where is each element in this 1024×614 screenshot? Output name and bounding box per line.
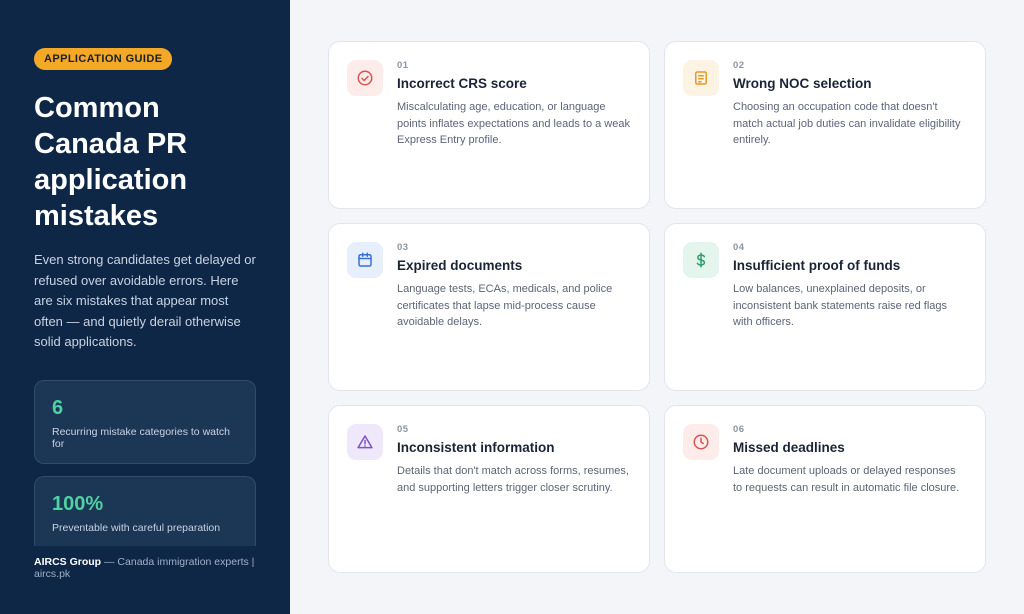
footer: AIRCS Group — Canada immigration experts… (34, 556, 264, 580)
card-number: 03 (397, 242, 409, 253)
card-title: Missed deadlines (733, 440, 845, 455)
card-title: Inconsistent information (397, 440, 555, 455)
mistake-card-documents: 03 Expired documents Language tests, ECA… (328, 223, 650, 391)
card-number: 06 (733, 424, 745, 435)
card-text: Miscalculating age, education, or langua… (397, 101, 630, 146)
check-circle-icon (357, 70, 373, 86)
icon-box (683, 424, 719, 460)
card-text: Late document uploads or delayed respons… (733, 465, 960, 494)
stat-value: 6 (52, 397, 64, 419)
card-title: Expired documents (397, 258, 523, 273)
card-text: Details that don't match across forms, r… (397, 465, 629, 494)
calendar-icon (358, 252, 372, 267)
mistake-card-noc: 02 Wrong NOC selection Choosing an occup… (664, 41, 986, 209)
dollar-icon (696, 252, 706, 268)
sidebar: APPLICATION GUIDE Common Canada PR appli… (0, 0, 290, 614)
card-text: Language tests, ECAs, medicals, and poli… (397, 283, 613, 328)
icon-box (347, 242, 383, 278)
page-title: Common Canada PR application mistakes (34, 92, 188, 232)
stat-card-categories: 6 Recurring mistake categories to watch … (34, 380, 256, 464)
icon-box (683, 242, 719, 278)
card-number: 02 (733, 60, 745, 71)
card-title: Wrong NOC selection (733, 76, 872, 91)
footer-brand: AIRCS Group (34, 556, 102, 568)
icon-box (683, 60, 719, 96)
mistakes-grid: 01 Incorrect CRS score Miscalculating ag… (290, 0, 1024, 614)
stat-card-preventable: 100% Preventable with careful preparatio… (34, 476, 256, 546)
card-title: Incorrect CRS score (397, 76, 527, 91)
card-title: Insufficient proof of funds (733, 258, 901, 273)
mistake-card-crs: 01 Incorrect CRS score Miscalculating ag… (328, 41, 650, 209)
mistake-card-funds: 04 Insufficient proof of funds Low balan… (664, 223, 986, 391)
card-text: Choosing an occupation code that doesn't… (733, 101, 961, 146)
clock-icon (693, 434, 709, 450)
card-number: 04 (733, 242, 745, 253)
card-text: Low balances, unexplained deposits, or i… (733, 283, 948, 328)
document-icon (695, 71, 707, 85)
mistake-card-inconsistent: 05 Inconsistent information Details that… (328, 405, 650, 573)
stat-label: Preventable with careful preparation (52, 522, 221, 534)
icon-box (347, 424, 383, 460)
mistake-card-deadlines: 06 Missed deadlines Late document upload… (664, 405, 986, 573)
application-guide-badge: APPLICATION GUIDE (34, 48, 173, 70)
card-number: 05 (397, 424, 409, 435)
stat-value: 100% (52, 493, 104, 515)
intro-text: Even strong candidates get delayed or re… (34, 252, 256, 349)
icon-box (347, 60, 383, 96)
card-number: 01 (397, 60, 409, 71)
stat-label: Recurring mistake categories to watch fo… (52, 426, 230, 450)
warning-icon (357, 435, 373, 449)
